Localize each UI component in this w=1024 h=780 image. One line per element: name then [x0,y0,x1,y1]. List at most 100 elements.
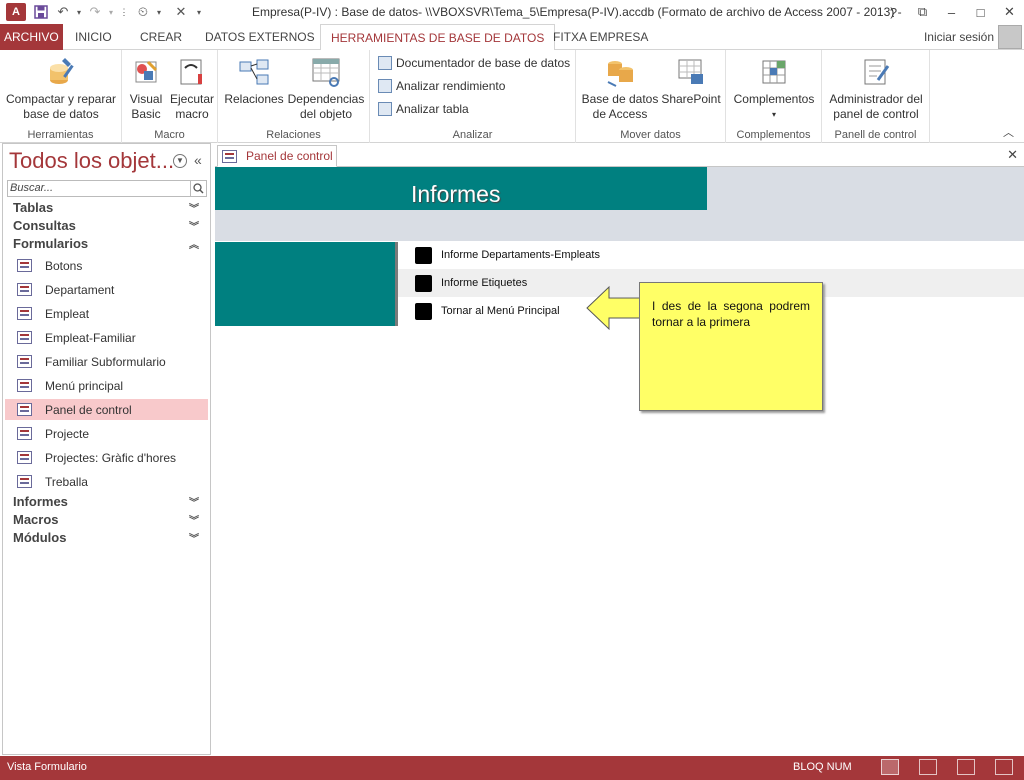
redo-dropdown-icon[interactable]: ▾ [106,1,116,23]
relationships-label: Relaciones [224,92,284,106]
undo-dropdown-icon[interactable]: ▾ [74,1,84,23]
group-panell-control: Administrador del panel de control Panel… [822,50,930,143]
analyze-table-button[interactable]: Analizar tabla [378,102,469,116]
qat-dropdown-icon[interactable]: ▾ [192,1,206,23]
run-macro-button[interactable]: Ejecutar macro [168,52,216,122]
help-icon[interactable]: ? [879,0,908,24]
nav-item-empleat-familiar[interactable]: Empleat-Familiar [5,327,208,348]
status-view-text: Vista Formulario [7,761,87,773]
save-icon[interactable] [30,1,52,23]
tab-crear[interactable]: CREAR [130,24,192,50]
undo-icon[interactable]: ↶ [52,1,74,23]
search-icon[interactable] [190,181,206,196]
nav-group-formularios[interactable]: Formularios ︽ [13,236,203,251]
redo-icon[interactable]: ↷ [84,1,106,23]
nav-pane-title[interactable]: Todos los objet... [9,148,174,174]
layout-view-icon[interactable] [957,759,975,775]
switchboard-manager-icon [860,56,892,88]
dependencies-label-2: del objeto [299,107,353,121]
nav-item-label: Panel de control [45,402,132,417]
annotation-callout: I des de la segona podrem tornar a la pr… [639,282,823,411]
switchboard-item-departaments-empleats[interactable]: Informe Departaments-Empleats [398,241,1024,269]
switchboard-button-square[interactable] [415,302,432,320]
minimize-icon[interactable]: – [937,0,966,24]
object-dependencies-button[interactable]: Dependencias del objeto [286,52,366,122]
tab-fitxa-empresa[interactable]: FITXA EMPRESA [543,24,658,50]
group-complementos: Complementos ▾ Complementos [726,50,822,143]
expand-chevron-icon: ︾ [189,204,199,215]
doc-tab-panel-de-control[interactable]: Panel de control [217,145,337,167]
tab-inicio[interactable]: INICIO [65,24,122,50]
sharepoint-button[interactable]: SharePoint [658,52,724,107]
group-label-mover-datos: Mover datos [620,129,681,141]
timer-icon[interactable]: ⏲ [132,1,154,23]
customize-qat-icon[interactable]: ⋮ [116,1,132,23]
nav-group-consultas[interactable]: Consultas ︾ [13,218,203,233]
compact-repair-button[interactable]: Compactar y reparar base de datos [0,52,122,122]
add-ins-label: Complementos [733,92,815,106]
nav-item-botons[interactable]: Botons [5,255,208,276]
close-document-icon[interactable]: ✕ [1007,147,1018,163]
object-dependencies-icon [310,56,342,88]
form-icon [17,259,32,272]
nav-group-modulos[interactable]: Módulos ︾ [13,530,203,545]
cancel-x-icon[interactable]: ✕ [170,1,192,23]
nav-item-familiar-subformulario[interactable]: Familiar Subformulario [5,351,208,372]
switchboard-button-square[interactable] [415,274,432,292]
nav-group-label: Tablas [13,200,54,215]
access-app-icon[interactable]: A [6,3,26,21]
switchboard-item-label: Tornar al Menú Principal [441,305,560,317]
nav-item-menu-principal[interactable]: Menú principal [5,375,208,396]
group-herramientas: Compactar y reparar base de datos Herram… [0,50,122,143]
expand-chevron-icon: ︾ [189,516,199,527]
tab-datos-externos[interactable]: DATOS EXTERNOS [195,24,325,50]
access-database-button[interactable]: Base de datos de Access [580,52,660,122]
nav-item-departament[interactable]: Departament [5,279,208,300]
qat-more-icon[interactable]: ▾ [154,1,164,23]
analyze-performance-icon [378,79,392,93]
form-icon [17,307,32,320]
database-documenter-button[interactable]: Documentador de base de datos [378,56,570,70]
add-ins-button[interactable]: Complementos ▾ [728,52,820,122]
form-icon [17,451,32,464]
ribbon-display-icon[interactable]: ⧉ [908,0,937,24]
switchboard-label-1: Administrador del [829,92,923,106]
design-view-icon[interactable] [995,759,1013,775]
close-icon[interactable]: ✕ [995,0,1024,24]
form-view-icon[interactable] [881,759,899,775]
form-icon [17,475,32,488]
ribbon: Compactar y reparar base de datos Herram… [0,50,1024,143]
nav-item-projecte[interactable]: Projecte [5,423,208,444]
form-left-panel [215,242,395,326]
nav-group-tablas[interactable]: Tablas ︾ [13,200,203,215]
nav-shutter-icon[interactable]: « [194,152,202,168]
analyze-performance-button[interactable]: Analizar rendimiento [378,79,505,93]
nav-item-empleat[interactable]: Empleat [5,303,208,324]
avatar[interactable] [998,25,1022,49]
relationships-icon [238,56,270,88]
run-macro-icon [176,56,208,88]
nav-search-input[interactable]: Buscar... [7,180,207,197]
maximize-icon[interactable]: □ [966,0,995,24]
nav-item-projectes-grafic[interactable]: Projectes: Gràfic d'hores [5,447,208,468]
nav-menu-dropdown-icon[interactable]: ▼ [173,154,187,168]
nav-item-panel-de-control[interactable]: Panel de control [5,399,208,420]
switchboard-button-square[interactable] [415,246,432,264]
switchboard-manager-button[interactable]: Administrador del panel de control [824,52,928,122]
nav-item-label: Menú principal [45,378,124,393]
nav-group-macros[interactable]: Macros ︾ [13,512,203,527]
visual-basic-button[interactable]: Visual Basic [124,52,168,122]
collapse-ribbon-icon[interactable]: ︿ [1003,124,1014,140]
window-controls: ? ⧉ – □ ✕ [879,0,1024,24]
relationships-button[interactable]: Relaciones [222,52,286,107]
form-icon [17,283,32,296]
nav-group-informes[interactable]: Informes ︾ [13,494,203,509]
nav-item-label: Projectes: Gràfic d'hores [45,450,177,465]
tab-archivo[interactable]: ARCHIVO [0,24,63,50]
expand-chevron-icon: ︾ [189,222,199,233]
sharepoint-label: SharePoint [661,92,721,106]
nav-item-treballa[interactable]: Treballa [5,471,208,492]
tab-herramientas-base-datos[interactable]: HERRAMIENTAS DE BASE DE DATOS [320,24,556,51]
datasheet-view-icon[interactable] [919,759,937,775]
sign-in-link[interactable]: Iniciar sesión [924,30,994,44]
